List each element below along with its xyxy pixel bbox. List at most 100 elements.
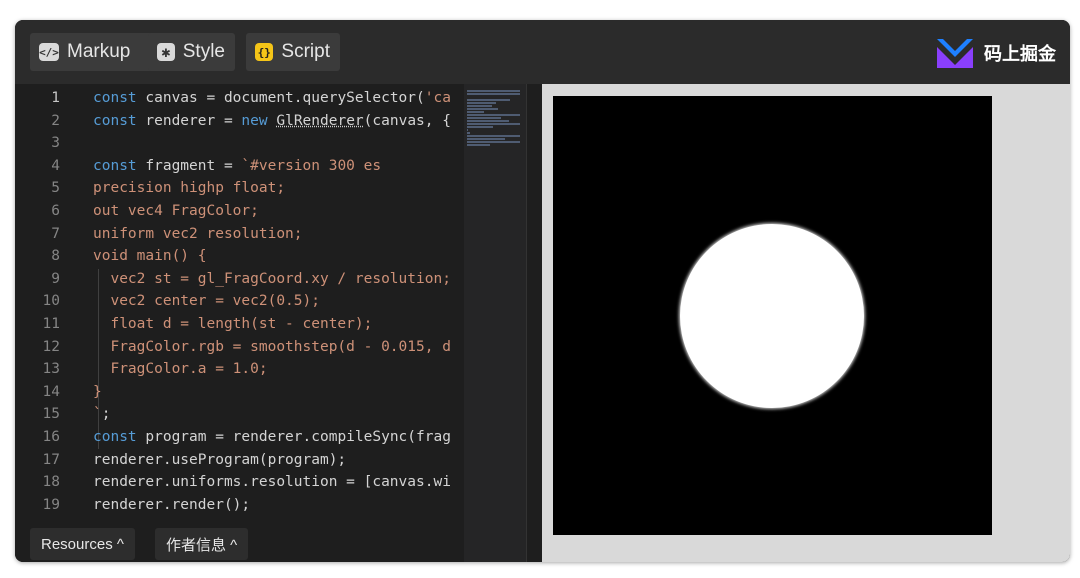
code-line: const program = renderer.compileSync(fra… xyxy=(93,426,451,449)
line-number: 18 xyxy=(42,474,60,491)
code-tag-icon: </> xyxy=(39,43,59,61)
minimap-line xyxy=(467,120,509,122)
code-line: vec2 center = vec2(0.5); xyxy=(93,290,320,313)
code-token: FragColor.a = 1.0; xyxy=(93,361,268,378)
line-number: 14 xyxy=(42,383,60,400)
code-token: const xyxy=(93,112,137,129)
code-token: vec2 center = vec2(0.5); xyxy=(93,293,320,310)
line-number: 17 xyxy=(42,451,60,468)
code-token: renderer.uniforms.resolution = [canvas.w… xyxy=(93,474,451,491)
line-number: 9 xyxy=(51,270,60,287)
line-number: 10 xyxy=(42,293,60,310)
code-line: precision highp float; xyxy=(93,177,285,200)
line-number: 11 xyxy=(42,316,60,332)
minimap-line xyxy=(467,129,469,131)
braces-icon: {} xyxy=(255,43,274,61)
resources-label: Resources ^ xyxy=(41,535,124,553)
line-number: 13 xyxy=(42,361,60,378)
line-number: 3 xyxy=(51,135,60,152)
code-line: const fragment = `#version 300 es xyxy=(93,155,381,178)
minimap-line xyxy=(467,102,496,104)
code-token: renderer.useProgram(program); xyxy=(93,451,347,468)
author-info-label: 作者信息 ^ xyxy=(166,536,238,554)
asterisk-icon: ✱ xyxy=(157,43,175,61)
line-number: 15 xyxy=(42,406,60,423)
code-token: vec2 st = gl_FragCoord.xy / resolution; xyxy=(93,270,451,287)
resources-button[interactable]: Resources ^ xyxy=(30,528,135,560)
minimap-line xyxy=(467,93,521,95)
code-token: void main() { xyxy=(93,248,207,265)
minimap-line xyxy=(467,141,521,143)
code-token: const xyxy=(93,429,137,445)
code-token: program = renderer.compileSync(frag xyxy=(136,429,451,445)
line-number: 8 xyxy=(51,248,60,265)
line-number: 19 xyxy=(42,496,60,513)
minimap[interactable] xyxy=(464,84,526,562)
code-token: uniform vec2 resolution; xyxy=(93,225,303,242)
code-line: renderer.render(); xyxy=(93,494,250,517)
editor-scrollbar[interactable] xyxy=(526,84,543,562)
rendered-circle xyxy=(680,224,864,408)
line-number: 2 xyxy=(51,112,60,129)
code-token: out vec4 FragColor; xyxy=(93,203,259,219)
code-line: vec2 st = gl_FragCoord.xy / resolution; xyxy=(93,268,451,291)
minimap-line xyxy=(467,99,510,101)
toolbar: </> Markup ✱ Style {} Script 码上掘金 xyxy=(15,20,1070,84)
code-line: uniform vec2 resolution; xyxy=(93,223,303,246)
code-token: ; xyxy=(101,406,111,423)
minimap-line xyxy=(467,105,492,107)
tab-script-label: Script xyxy=(281,41,330,62)
minimap-line xyxy=(467,111,484,113)
code-token: ` xyxy=(93,406,102,423)
code-line: FragColor.a = 1.0; xyxy=(93,358,268,381)
brand-name: 码上掘金 xyxy=(984,44,1056,64)
minimap-line xyxy=(467,90,521,92)
tab-markup[interactable]: </> Markup xyxy=(30,33,153,71)
minimap-line xyxy=(467,114,521,116)
code-line: renderer.useProgram(program); xyxy=(93,449,346,472)
code-token: GlRenderer xyxy=(276,112,364,129)
minimap-line xyxy=(467,138,505,140)
tab-style[interactable]: ✱ Style xyxy=(148,33,235,71)
code-token: FragColor.rgb = smoothstep(d - 0.015, d xyxy=(93,338,451,355)
author-info-button[interactable]: 作者信息 ^ xyxy=(155,528,249,560)
tab-style-label: Style xyxy=(182,41,225,62)
minimap-line xyxy=(467,144,491,146)
webgl-canvas xyxy=(553,96,992,535)
code-editor[interactable]: 1 2 3 4 5 6 7 8 9 10 11 12 13 14 15 16 17 18 19 const canv… xyxy=(15,84,543,562)
code-token: precision highp float; xyxy=(93,180,286,197)
code-line: renderer.uniforms.resolution = [canvas.w… xyxy=(93,471,451,494)
code-token: fragment = xyxy=(136,157,242,174)
line-number: 6 xyxy=(51,203,60,219)
line-number: 16 xyxy=(42,429,60,445)
code-token: canvas = document.querySelector( xyxy=(136,90,425,106)
code-line: void main() { xyxy=(93,245,207,268)
tab-script[interactable]: {} Script xyxy=(246,33,340,71)
code-token: new xyxy=(241,112,268,129)
code-line: out vec4 FragColor; xyxy=(93,200,259,223)
code-line: const renderer = new GlRenderer(canvas, … xyxy=(93,110,451,133)
minimap-line xyxy=(467,126,493,128)
code-token: const xyxy=(93,157,137,174)
code-area[interactable]: const canvas = document.querySelector('c… xyxy=(93,87,463,527)
code-token: `#version 300 es xyxy=(241,157,382,174)
code-line: FragColor.rgb = smoothstep(d - 0.015, d xyxy=(93,336,451,359)
code-token: renderer.render(); xyxy=(93,496,251,513)
code-token: (canvas, { xyxy=(363,112,451,129)
line-number: 12 xyxy=(42,338,60,355)
juejin-logo-icon xyxy=(937,39,973,68)
line-number: 1 xyxy=(51,90,60,106)
brand-logo-link[interactable]: 码上掘金 xyxy=(935,36,1056,70)
preview-pane xyxy=(542,84,1070,562)
minimap-line xyxy=(467,117,501,119)
code-line: const canvas = document.querySelector('c… xyxy=(93,87,451,110)
code-playground-window: </> Markup ✱ Style {} Script 码上掘金 123456… xyxy=(15,20,1070,562)
minimap-line xyxy=(467,123,521,125)
line-number: 7 xyxy=(51,225,60,242)
minimap-line xyxy=(467,135,521,137)
code-token: float d = length(st - center); xyxy=(93,316,373,332)
line-number: 5 xyxy=(51,180,60,197)
code-token: const xyxy=(93,90,137,106)
line-number: 4 xyxy=(51,157,60,174)
tab-markup-label: Markup xyxy=(67,41,131,62)
